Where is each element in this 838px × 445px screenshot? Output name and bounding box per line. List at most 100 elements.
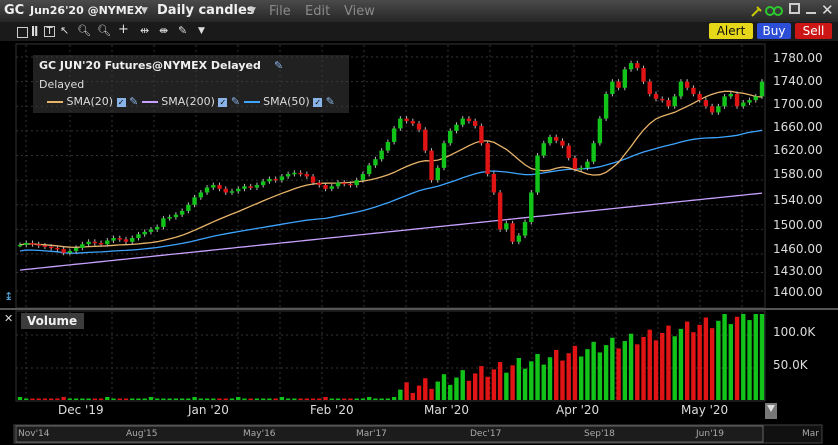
volume-bar <box>747 320 752 400</box>
volume-bar <box>117 398 122 400</box>
candle-body <box>585 161 590 168</box>
candle-body <box>423 129 428 151</box>
candle-body <box>759 81 765 97</box>
candle-body <box>111 238 116 241</box>
sma20-edit-icon[interactable]: ✎ <box>129 95 138 108</box>
volume-panel-title[interactable]: Volume <box>21 313 84 329</box>
candle-body <box>24 242 29 245</box>
candle-body <box>304 174 310 177</box>
candle-body <box>273 178 278 181</box>
candle-body <box>660 98 665 101</box>
volume-bar <box>510 365 515 400</box>
volume-bar <box>267 398 272 400</box>
volume-bar <box>591 341 596 400</box>
volume-bar <box>479 366 484 400</box>
volume-bar <box>86 398 91 400</box>
sma200-edit-icon[interactable]: ✎ <box>231 95 240 108</box>
candle-body <box>335 182 341 187</box>
volume-bar <box>24 398 29 400</box>
candle-body <box>98 242 104 245</box>
candle-body <box>161 218 166 227</box>
candle-body <box>179 210 185 215</box>
sma50-edit-icon[interactable]: ✎ <box>326 95 335 108</box>
volume-bar <box>304 398 310 400</box>
volume-bar <box>211 398 216 400</box>
candle-body <box>61 249 66 253</box>
volume-bar <box>628 333 634 400</box>
candle-body <box>92 241 98 244</box>
volume-bar <box>373 398 378 400</box>
volume-bar <box>198 398 204 400</box>
chart-legend[interactable]: GC JUN'20 Futures@NYMEX Delayed ✎ Delaye… <box>33 55 349 113</box>
sma20-checkbox[interactable]: ✓ <box>116 97 126 107</box>
volume-bar <box>360 398 366 400</box>
volume-bar <box>603 345 609 400</box>
candle-body <box>741 102 746 107</box>
volume-bar <box>279 397 285 400</box>
candle-body <box>310 176 316 183</box>
volume-close-icon[interactable]: ✕ <box>4 312 13 325</box>
candle-body <box>317 182 322 186</box>
candle-body <box>628 63 634 70</box>
volume-bars <box>17 314 765 400</box>
sma50-checkbox[interactable]: ✓ <box>313 97 323 107</box>
candle-body <box>298 172 303 175</box>
volume-bar <box>366 397 372 400</box>
volume-bar <box>448 384 453 400</box>
candle-body <box>435 167 440 181</box>
candle-body <box>728 93 734 97</box>
sma20-path <box>19 90 763 248</box>
candle-body <box>130 238 135 242</box>
volume-bar <box>716 320 721 400</box>
volume-bar <box>522 368 528 400</box>
sma200-checkbox[interactable]: ✓ <box>218 97 228 107</box>
volume-bar <box>30 398 35 400</box>
candle-body <box>254 185 260 188</box>
time-tick: Feb '20 <box>310 403 354 417</box>
candle-body <box>410 121 416 124</box>
volume-bar <box>192 397 197 400</box>
volume-bar <box>697 324 702 400</box>
candle-body <box>30 242 35 245</box>
legend-indicators: SMA(20) ✓ ✎ SMA(200) ✓ ✎ SMA(50) ✓ ✎ <box>47 95 335 108</box>
volume-bar <box>310 398 316 400</box>
volume-bar <box>298 398 303 400</box>
volume-bar <box>753 314 758 400</box>
volume-bar <box>167 398 172 400</box>
price-tick: 1660.00 <box>773 120 823 134</box>
candle-body <box>504 223 509 230</box>
volume-bar <box>154 398 160 400</box>
legend-title-edit-icon[interactable]: ✎ <box>274 59 283 72</box>
volume-bar <box>535 353 540 400</box>
candle-body <box>73 247 79 251</box>
candle-body <box>229 191 235 193</box>
candle-body <box>666 100 671 107</box>
candle-body <box>373 159 378 166</box>
candle-body <box>566 145 571 158</box>
volume-bar <box>741 314 746 400</box>
volume-bar <box>236 397 241 400</box>
candle-body <box>323 185 328 189</box>
volume-bar <box>660 332 665 400</box>
candle-body <box>117 238 122 240</box>
volume-bar <box>678 328 684 400</box>
candle-body <box>716 106 721 113</box>
volume-grid <box>16 312 765 400</box>
candle-body <box>703 100 709 107</box>
sma20-label: SMA(20) <box>66 95 114 108</box>
sma200-swatch <box>141 101 158 103</box>
left-handle-icon[interactable]: ↨ <box>4 290 13 303</box>
volume-bar <box>61 397 66 400</box>
volume-bar <box>423 378 428 400</box>
candle-body <box>329 186 334 189</box>
price-tick: 1740.00 <box>773 74 823 88</box>
candle-body <box>80 244 85 248</box>
volume-tick: 50.0K <box>773 358 808 372</box>
sma200-label: SMA(200) <box>161 95 215 108</box>
candle-body <box>591 143 596 162</box>
volume-bar <box>541 364 546 400</box>
candle-body <box>136 234 141 239</box>
volume-bar <box>317 398 322 400</box>
candle-body <box>429 150 434 181</box>
candle-body <box>379 150 384 160</box>
